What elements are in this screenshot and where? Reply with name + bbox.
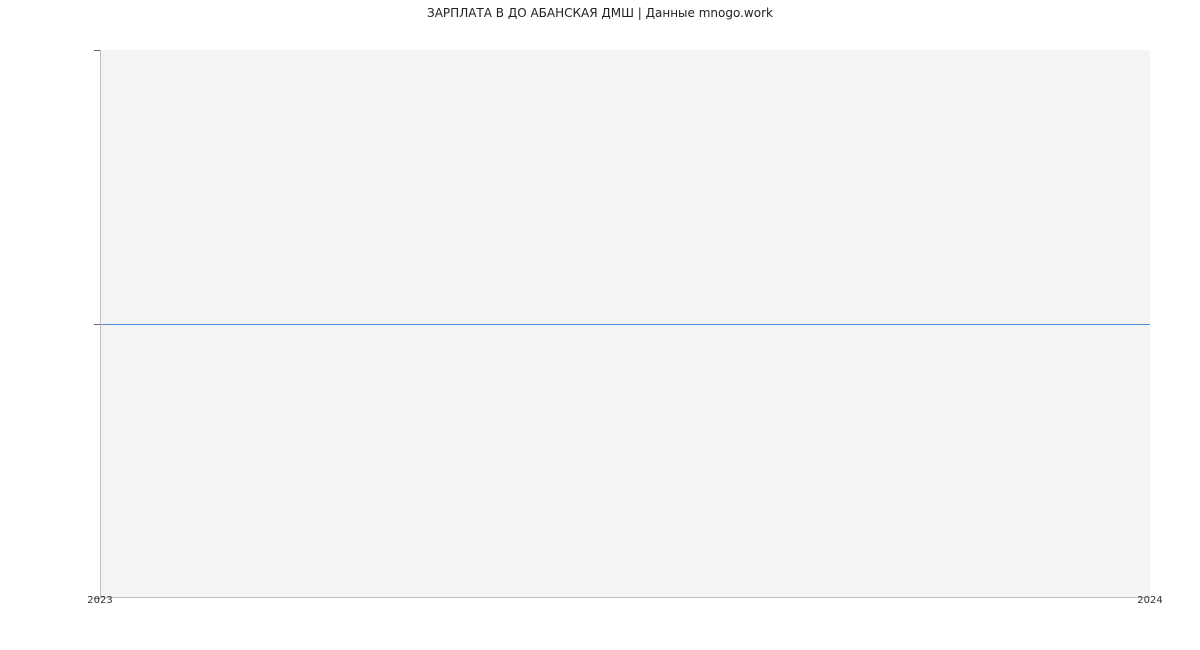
- plot-area: [100, 50, 1150, 598]
- xtick-label: 2024: [1137, 595, 1162, 606]
- xtick-label: 2023: [87, 595, 112, 606]
- tick-mark: [94, 50, 100, 51]
- data-line: [101, 324, 1150, 325]
- chart-title: ЗАРПЛАТА В ДО АБАНСКАЯ ДМШ | Данные mnog…: [0, 6, 1200, 20]
- tick-mark: [94, 324, 100, 325]
